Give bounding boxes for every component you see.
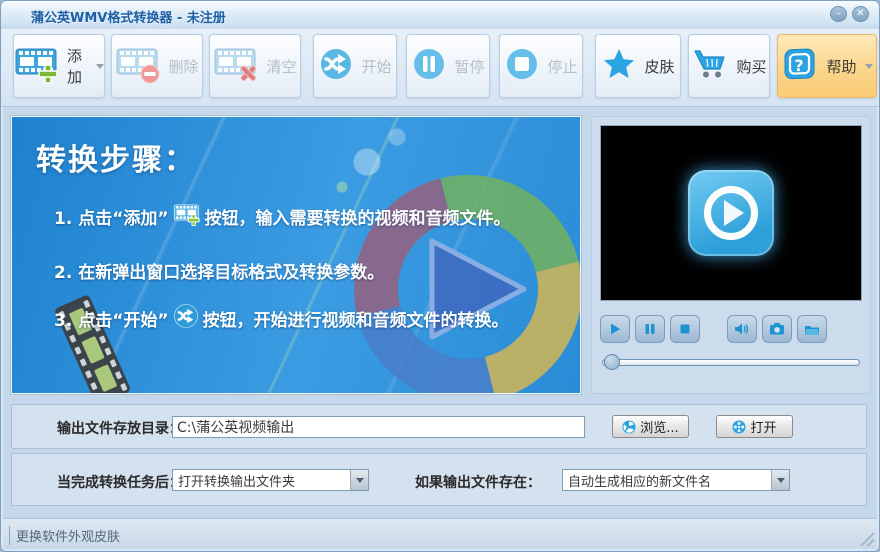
output-directory-group: 输出文件存放目录： 浏览... 打开 — [11, 404, 867, 449]
file-exists-select[interactable]: 自动生成相应的新文件名 — [562, 469, 790, 491]
play-button[interactable] — [600, 315, 630, 343]
volume-button[interactable] — [727, 315, 757, 343]
dropdown-arrow-icon[interactable] — [350, 470, 368, 490]
snapshot-button[interactable] — [762, 315, 792, 343]
start-button[interactable]: 开始 — [313, 34, 397, 98]
aperture-icon — [622, 420, 636, 433]
pause-toolbar-button[interactable]: 暂停 — [406, 34, 490, 98]
browse-button[interactable]: 浏览... — [612, 415, 689, 438]
dropdown-arrow-icon[interactable] — [771, 470, 789, 490]
step1-text-prefix: 1. 点击“添加” — [54, 209, 169, 229]
filmstrip-minus-icon — [115, 43, 161, 89]
star-icon — [601, 46, 637, 86]
buy-button-label: 购买 — [736, 57, 767, 76]
conversion-options-group: 当完成转换任务后： 打开转换输出文件夹 如果输出文件存在： 自动生成相应的新文件… — [11, 453, 867, 506]
help-button[interactable]: ? 帮助 — [777, 34, 877, 98]
seek-thumb[interactable] — [604, 354, 620, 370]
instructions-heading: 转换步骤： — [36, 143, 196, 178]
output-dir-input[interactable] — [172, 416, 585, 438]
chevron-down-icon — [864, 63, 873, 69]
preview-panel — [591, 116, 871, 394]
clear-button-label: 清空 — [266, 57, 297, 76]
clear-button[interactable]: 清空 — [209, 34, 301, 98]
open-button[interactable]: 打开 — [716, 415, 793, 438]
stop-button-label: 停止 — [547, 57, 578, 76]
player-controls — [600, 315, 862, 343]
change-skin-status-link[interactable]: 更换软件外观皮肤 — [9, 526, 120, 545]
filmstrip-plus-icon — [14, 43, 60, 89]
add-button[interactable]: 添加 — [13, 34, 105, 98]
file-exists-label: 如果输出文件存在： — [415, 475, 541, 491]
after-task-value: 打开转换输出文件夹 — [178, 474, 296, 490]
stop-circle-icon — [504, 46, 540, 86]
chevron-down-icon — [96, 63, 104, 69]
step3-text-prefix: 3. 点击“开始” — [54, 311, 169, 331]
pause-button[interactable] — [635, 315, 665, 343]
question-cube-icon: ? — [781, 45, 819, 87]
add-button-label: 添加 — [67, 47, 83, 86]
window-title: 蒲公英WMV格式转换器 - 未注册 — [31, 11, 226, 26]
svg-text:?: ? — [795, 56, 804, 75]
skin-button-label: 皮肤 — [644, 57, 675, 76]
file-exists-value: 自动生成相应的新文件名 — [568, 474, 712, 490]
pause-button-label: 暂停 — [454, 57, 485, 76]
resize-grip[interactable] — [861, 533, 874, 546]
video-preview-area — [600, 125, 862, 301]
browse-button-label: 浏览... — [640, 421, 679, 436]
step3-text-suffix: 按钮，开始进行视频和音频文件的转换。 — [202, 311, 509, 331]
open-button-label: 打开 — [750, 421, 777, 436]
after-task-select[interactable]: 打开转换输出文件夹 — [172, 469, 369, 491]
stop-icon — [680, 324, 690, 334]
convert-arrows-icon — [173, 303, 199, 334]
filmstrip-plus-icon — [173, 201, 201, 232]
instruction-step-1: 1. 点击“添加” 按钮，输入需要转换的视频和音频文件。 — [54, 201, 511, 232]
stop-button[interactable] — [670, 315, 700, 343]
instruction-step-2: 2. 在新弹出窗口选择目标格式及转换参数。 — [54, 258, 384, 283]
skin-button[interactable]: 皮肤 — [595, 34, 681, 98]
seek-track[interactable] — [602, 359, 860, 366]
stop-toolbar-button[interactable]: 停止 — [499, 34, 583, 98]
folder-button[interactable] — [797, 315, 827, 343]
app-window: 蒲公英WMV格式转换器 - 未注册 – ✕ 添加 删除 清空 开始 暂停 停止 … — [0, 0, 880, 552]
folder-icon — [805, 325, 819, 335]
step1-text-suffix: 按钮，输入需要转换的视频和音频文件。 — [204, 209, 511, 229]
volume-icon — [735, 323, 749, 335]
toolbar: 添加 删除 清空 开始 暂停 停止 皮肤 购买 ? 帮助 — [1, 29, 879, 107]
instructions-panel: 转换步骤： 1. 点击“添加” 按钮，输入需要转换的视频和音频文件。 2. 在新… — [10, 115, 582, 395]
seek-slider[interactable] — [602, 354, 860, 370]
close-button[interactable]: ✕ — [852, 6, 869, 22]
convert-arrows-icon — [318, 46, 354, 86]
buy-button[interactable]: 购买 — [688, 34, 770, 98]
statusbar: 更换软件外观皮肤 — [3, 518, 877, 549]
step2-text: 2. 在新弹出窗口选择目标格式及转换参数。 — [54, 263, 385, 283]
instruction-step-3: 3. 点击“开始” 按钮，开始进行视频和音频文件的转换。 — [54, 303, 509, 334]
start-button-label: 开始 — [361, 57, 392, 76]
pause-icon — [645, 324, 655, 334]
play-logo-icon — [688, 170, 774, 256]
filmstrip-x-icon — [213, 43, 259, 89]
after-task-label: 当完成转换任务后： — [57, 475, 183, 491]
film-reel-icon — [732, 420, 746, 433]
delete-button[interactable]: 删除 — [111, 34, 203, 98]
snapshot-camera-icon — [770, 323, 784, 335]
output-dir-label: 输出文件存放目录： — [57, 421, 183, 437]
cart-icon — [691, 46, 729, 86]
help-button-label: 帮助 — [826, 57, 857, 76]
minimize-button[interactable]: – — [830, 6, 847, 22]
delete-button-label: 删除 — [168, 57, 199, 76]
pause-circle-icon — [411, 46, 447, 86]
play-icon — [611, 323, 620, 335]
titlebar: 蒲公英WMV格式转换器 - 未注册 – ✕ — [1, 1, 879, 29]
